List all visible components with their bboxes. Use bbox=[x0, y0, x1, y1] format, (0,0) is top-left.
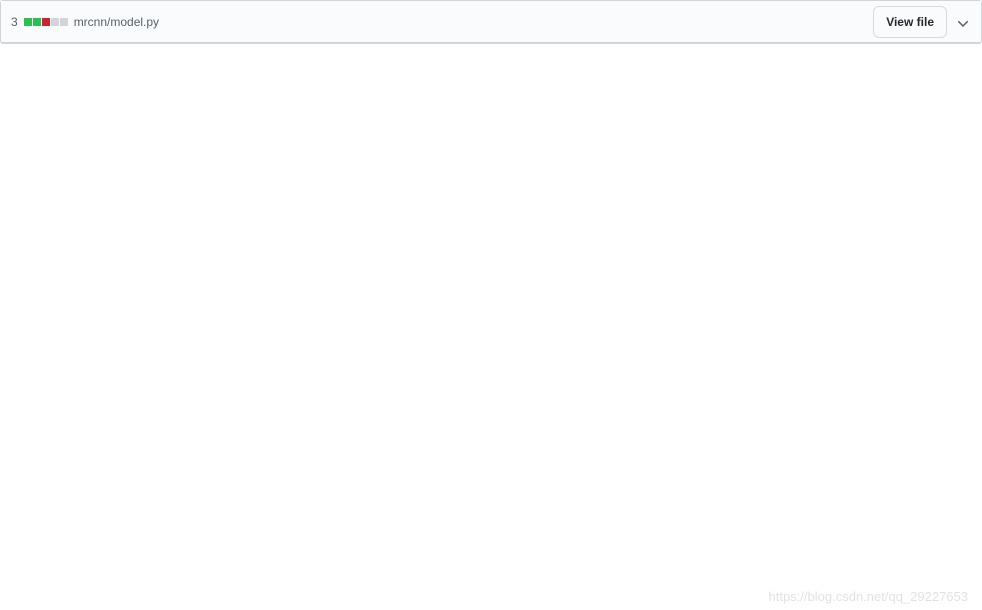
diff-stat-blocks bbox=[24, 18, 68, 26]
watermark: https://blog.csdn.net/qq_29227653 bbox=[769, 589, 969, 604]
change-count: 3 bbox=[11, 15, 18, 29]
diff-block-neutral bbox=[51, 18, 59, 26]
diff-block-del bbox=[42, 18, 50, 26]
chevron-down-icon[interactable] bbox=[955, 14, 971, 30]
diff-block-add bbox=[33, 18, 41, 26]
diff-file-container: 3 mrcnn/model.py View file bbox=[0, 0, 982, 44]
header-actions: View file bbox=[873, 6, 971, 38]
view-file-button[interactable]: View file bbox=[873, 6, 947, 38]
diff-block-neutral bbox=[60, 18, 68, 26]
file-header: 3 mrcnn/model.py View file bbox=[1, 1, 981, 43]
file-path: mrcnn/model.py bbox=[74, 15, 159, 29]
file-info: 3 mrcnn/model.py bbox=[11, 15, 159, 29]
diff-block-add bbox=[24, 18, 32, 26]
